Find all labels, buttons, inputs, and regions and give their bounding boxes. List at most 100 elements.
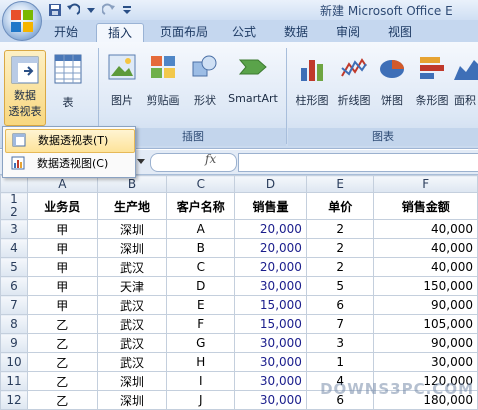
row-header[interactable]: 8 [0,314,28,334]
menu-item-pivot-table[interactable]: 数据透视表(T) [5,129,135,153]
table-cell[interactable]: 武汉 [96,352,168,372]
redo-icon[interactable] [102,3,116,17]
table-cell[interactable]: 乙 [26,390,98,410]
table-cell[interactable]: 20,000 [234,238,307,258]
table-cell[interactable]: 深圳 [96,238,168,258]
table-cell[interactable]: 乙 [26,333,98,353]
table-cell[interactable]: H [166,352,236,372]
save-icon[interactable] [48,3,62,17]
table-cell[interactable]: 2 [305,257,375,277]
table-cell[interactable]: 乙 [26,371,98,391]
table-cell[interactable]: 40,000 [373,219,478,239]
table-cell[interactable]: 5 [305,276,375,296]
picture-button[interactable]: 图片 [104,52,140,112]
row-header[interactable]: 12 [0,192,28,220]
smartart-button[interactable]: SmartArt [226,52,280,112]
row-header[interactable]: 3 [0,219,28,239]
table-cell[interactable]: 深圳 [96,219,168,239]
insert-function-icon[interactable]: fx [205,152,216,166]
worksheet-grid[interactable]: A B C D E F 12 业务员 生产地 客户名称 销售量 单价 销售金额 … [0,175,478,410]
table-cell[interactable]: 武汉 [96,314,168,334]
table-cell[interactable]: 40,000 [373,257,478,277]
pie-chart-button[interactable]: 饼图 [376,52,408,112]
table-cell[interactable]: 武汉 [96,257,168,277]
tab-insert[interactable]: 插入 [96,23,144,43]
header-cell[interactable]: 业务员 [26,192,98,220]
row-header[interactable]: 5 [0,257,28,277]
table-cell[interactable]: 105,000 [373,314,478,334]
table-cell[interactable]: C [166,257,236,277]
select-all-corner[interactable] [0,175,28,193]
table-cell[interactable]: 20,000 [234,257,307,277]
column-header[interactable]: D [234,175,307,193]
table-cell[interactable]: 乙 [26,314,98,334]
header-cell[interactable]: 客户名称 [166,192,236,220]
column-header[interactable]: A [26,175,98,193]
row-header[interactable]: 7 [0,295,28,315]
tab-page-layout[interactable]: 页面布局 [152,23,216,42]
office-button[interactable] [2,1,42,41]
row-header[interactable]: 12 [0,390,28,410]
table-cell[interactable]: E [166,295,236,315]
table-cell[interactable]: 40,000 [373,238,478,258]
tab-data[interactable]: 数据 [276,23,316,42]
column-header[interactable]: C [166,175,236,193]
table-cell[interactable]: 甲 [26,219,98,239]
customize-qat-icon[interactable] [120,3,134,17]
line-chart-button[interactable]: 折线图 [334,52,374,112]
row-header[interactable]: 6 [0,276,28,296]
formula-input[interactable] [238,153,478,172]
table-cell[interactable]: 甲 [26,276,98,296]
table-cell[interactable]: A [166,219,236,239]
column-header[interactable]: F [373,175,478,193]
table-cell[interactable]: 2 [305,219,375,239]
pivot-table-button[interactable]: 数据 透视表 [4,50,46,126]
table-cell[interactable]: 30,000 [234,352,307,372]
table-cell[interactable]: 150,000 [373,276,478,296]
table-cell[interactable]: 15,000 [234,295,307,315]
tab-formulas[interactable]: 公式 [224,23,264,42]
header-cell[interactable]: 销售量 [234,192,307,220]
table-cell[interactable]: 武汉 [96,295,168,315]
table-cell[interactable]: 甲 [26,257,98,277]
table-cell[interactable]: 90,000 [373,333,478,353]
table-cell[interactable]: G [166,333,236,353]
table-cell[interactable]: 甲 [26,295,98,315]
table-button[interactable]: 表 [50,52,86,112]
column-header[interactable]: E [305,175,375,193]
table-cell[interactable]: 20,000 [234,219,307,239]
table-cell[interactable]: 30,000 [234,333,307,353]
namebox-dropdown-icon[interactable] [136,156,146,166]
table-cell[interactable]: 2 [305,238,375,258]
table-cell[interactable]: 7 [305,314,375,334]
table-cell[interactable]: 深圳 [96,371,168,391]
menu-item-pivot-chart[interactable]: 数据透视图(C) [5,153,133,175]
header-cell[interactable]: 单价 [305,192,375,220]
shapes-button[interactable]: 形状 [188,52,222,112]
table-cell[interactable]: J [166,390,236,410]
tab-home[interactable]: 开始 [44,23,88,42]
table-cell[interactable]: 乙 [26,352,98,372]
row-header[interactable]: 10 [0,352,28,372]
tab-review[interactable]: 审阅 [328,23,368,42]
table-cell[interactable]: 3 [305,333,375,353]
table-cell[interactable]: 90,000 [373,295,478,315]
column-header[interactable]: B [96,175,168,193]
table-cell[interactable]: F [166,314,236,334]
table-cell[interactable]: 30,000 [234,390,307,410]
table-cell[interactable]: 1 [305,352,375,372]
tab-view[interactable]: 视图 [380,23,420,42]
table-cell[interactable]: 深圳 [96,390,168,410]
table-cell[interactable]: 30,000 [373,352,478,372]
table-cell[interactable]: 甲 [26,238,98,258]
table-cell[interactable]: B [166,238,236,258]
column-chart-button[interactable]: 柱形图 [292,52,332,112]
bar-chart-button[interactable]: 条形图 [412,52,452,112]
header-cell[interactable]: 销售金额 [373,192,478,220]
table-cell[interactable]: 天津 [96,276,168,296]
row-header[interactable]: 9 [0,333,28,353]
table-cell[interactable]: I [166,371,236,391]
table-cell[interactable]: 6 [305,295,375,315]
undo-icon[interactable] [66,3,80,17]
table-cell[interactable]: 15,000 [234,314,307,334]
